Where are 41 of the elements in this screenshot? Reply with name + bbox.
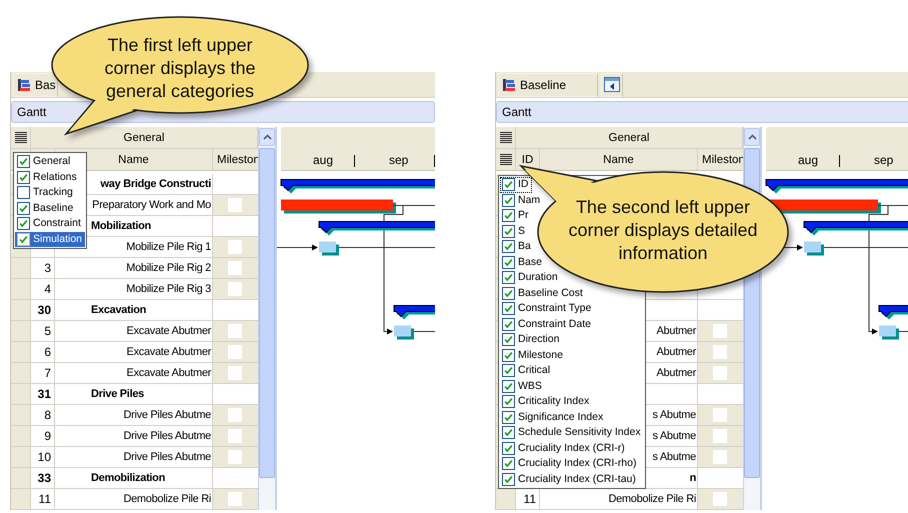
task-name: Demobolize Pile Ri	[608, 492, 696, 507]
month-label: aug	[313, 152, 334, 169]
task-name: Drive Piles Abutme	[123, 408, 211, 423]
menu-item[interactable]: ID	[500, 177, 532, 192]
task-name: Preparatory Work and Mo	[92, 198, 211, 213]
menu-item[interactable]: Criticality Index	[500, 394, 592, 410]
task-name: Mobilization	[91, 219, 151, 234]
task-name: Drive Piles Abutme	[123, 450, 211, 465]
menu-item[interactable]: Significance Index	[500, 410, 606, 425]
callout-text: The first left upper corner displays the general categories	[103, 34, 257, 103]
task-name: Mobilize Pile Rig 3	[126, 282, 211, 297]
baseline-tab[interactable]: Bas	[13, 72, 58, 96]
month-label: sep	[389, 152, 408, 169]
baseline-tab[interactable]: Baseline	[498, 72, 598, 96]
month-label: aug	[798, 152, 818, 169]
task-name: Abutmer	[656, 366, 696, 381]
task-name: Excavate Abutmer	[126, 345, 211, 360]
menu-item[interactable]: Baseline Cost	[500, 286, 586, 301]
task-name: way Bridge Constructi	[100, 177, 211, 192]
task-name: s Abutme	[652, 408, 696, 423]
task-name: Drive Piles Abutme	[123, 429, 211, 444]
task-name: Abutmer	[656, 345, 696, 360]
callout-text: The second left upper corner displays detailed information	[567, 196, 759, 265]
menu-item[interactable]: Ba	[500, 239, 534, 254]
task-name: s Abutme	[652, 429, 696, 444]
task-name: Excavation	[91, 303, 146, 318]
task-name: Demobilization	[91, 471, 166, 486]
task-name: Mobilize Pile Rig 1	[126, 240, 211, 255]
task-name: Excavate Abutmer	[126, 366, 211, 381]
task-name: Demobolize Pile Ri	[123, 492, 211, 507]
task-name: n	[690, 471, 696, 486]
view-title: Gantt	[496, 101, 908, 123]
task-name: Excavate Abutmer	[126, 324, 211, 339]
task-name: Mobilize Pile Rig 2	[126, 261, 211, 276]
month-label: sep	[874, 152, 894, 169]
menu-item[interactable]: Pr	[500, 208, 532, 224]
task-name: s Abutme	[652, 450, 696, 465]
menu-item[interactable]: Constraint	[15, 216, 84, 232]
menu-item[interactable]: Simulation	[15, 232, 86, 247]
task-name: Abutmer	[656, 324, 696, 339]
task-name: Drive Piles	[91, 387, 144, 402]
